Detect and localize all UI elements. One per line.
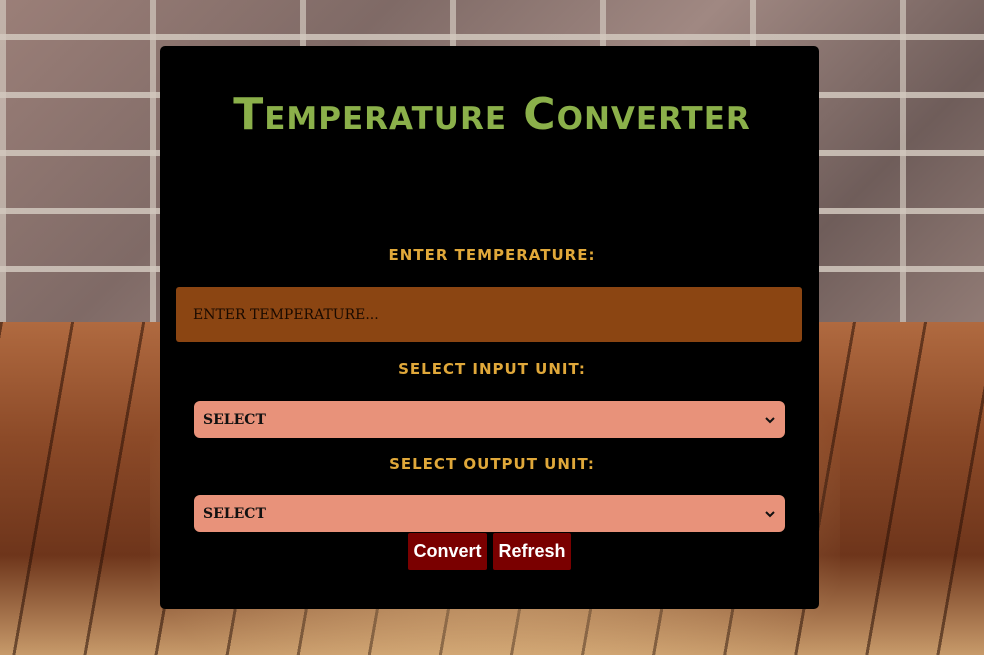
input-unit-select[interactable]: SELECT [194, 401, 785, 438]
page-title: Temperature Converter [233, 89, 751, 140]
temperature-input[interactable] [176, 287, 802, 342]
chevron-down-icon [764, 508, 776, 520]
output-unit-label: SELECT OUTPUT UNIT: [389, 455, 595, 473]
convert-button[interactable]: Convert [408, 533, 487, 570]
input-unit-label: SELECT INPUT UNIT: [398, 360, 586, 378]
output-unit-selected-value: SELECT [203, 505, 266, 522]
chevron-down-icon [764, 414, 776, 426]
input-unit-selected-value: SELECT [203, 411, 266, 428]
output-unit-select[interactable]: SELECT [194, 495, 785, 532]
refresh-button[interactable]: Refresh [493, 533, 571, 570]
temperature-label: ENTER TEMPERATURE: [388, 246, 596, 264]
